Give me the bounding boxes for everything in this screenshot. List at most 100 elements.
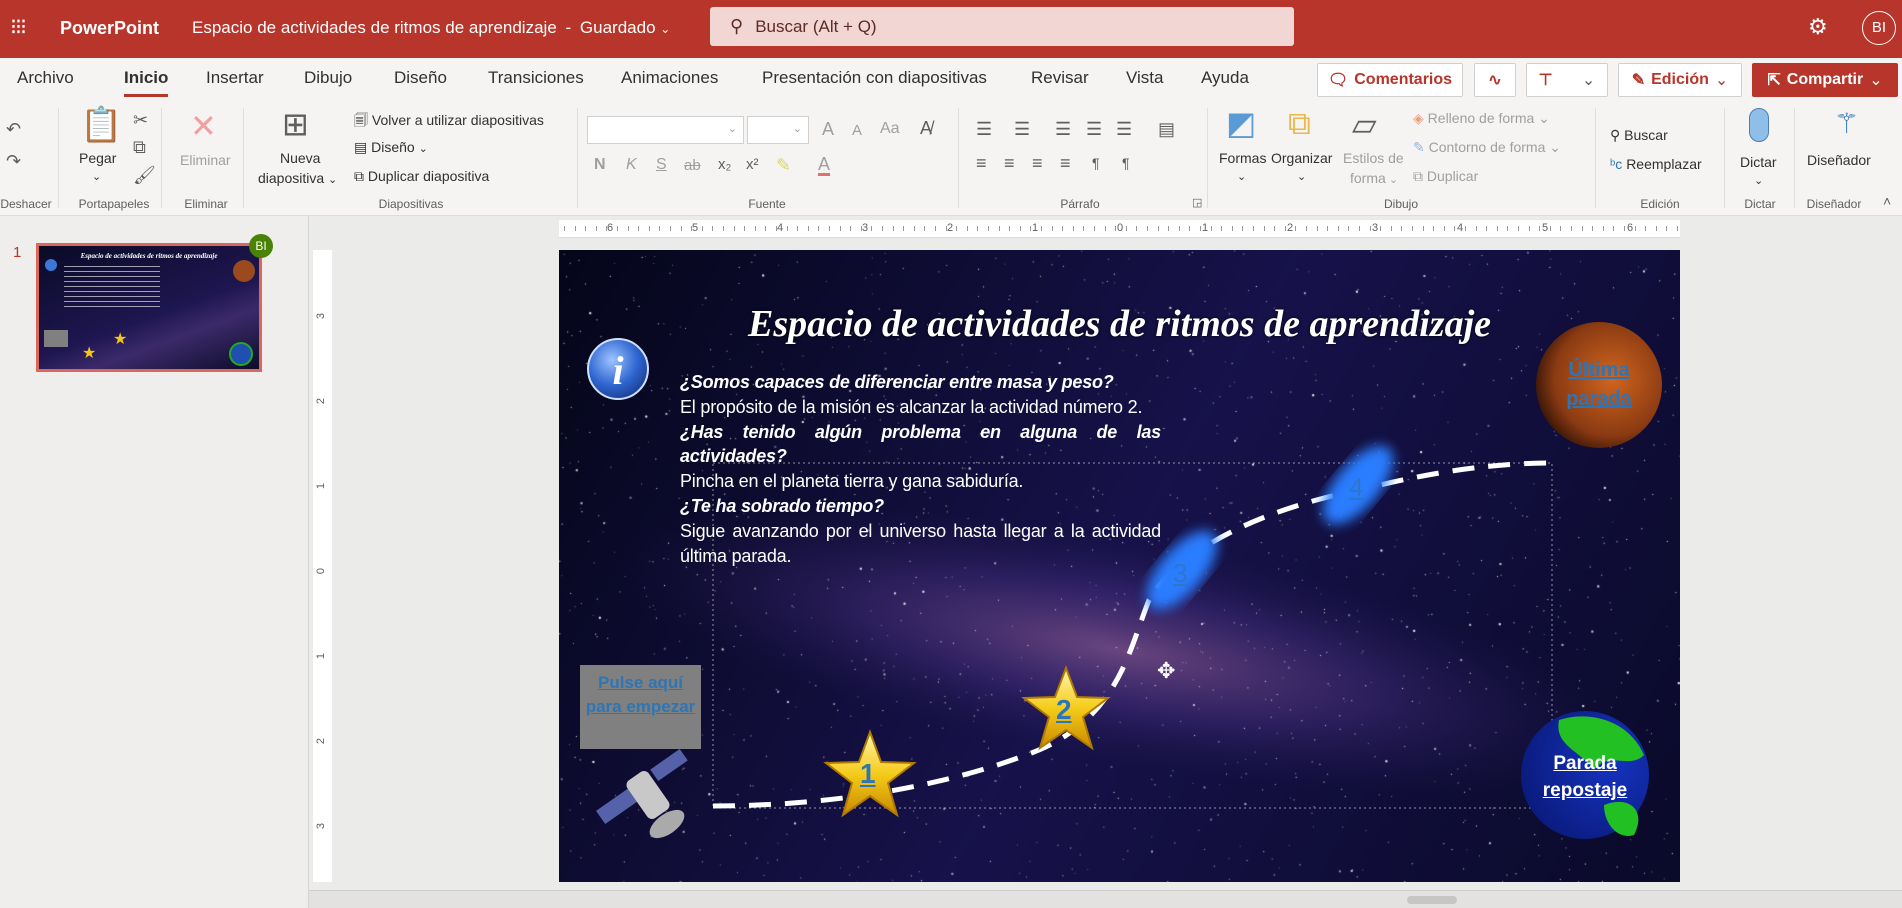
line-spacing-icon[interactable]: ☰ — [1116, 120, 1132, 138]
replace-button[interactable]: ᵇc Reemplazar — [1610, 156, 1702, 172]
superscript-icon[interactable]: x² — [746, 157, 759, 172]
shapes-icon[interactable]: ◩ — [1226, 107, 1256, 139]
tab-revisar[interactable]: Revisar — [1031, 68, 1089, 88]
activity-1-link[interactable]: 1 — [860, 758, 876, 790]
collapse-ribbon-icon[interactable]: ˄ — [1883, 194, 1891, 208]
tab-diseno[interactable]: Diseño — [394, 68, 447, 88]
duplicate-shape-button[interactable]: ⧉ Duplicar — [1413, 168, 1478, 185]
font-color-icon[interactable]: A — [818, 155, 831, 176]
clear-formatting-icon[interactable]: A̸ — [920, 119, 932, 137]
delete-button[interactable]: Eliminar — [180, 152, 231, 168]
columns-icon[interactable]: ▤ — [1158, 120, 1175, 138]
change-case-button[interactable]: Aa — [880, 120, 900, 138]
delete-icon[interactable]: ✕ — [190, 110, 217, 142]
new-slide-button[interactable]: diapositiva ⌄ — [258, 170, 337, 186]
font-name-dropdown[interactable]: ⌄ — [587, 116, 744, 144]
tab-animaciones[interactable]: Animaciones — [621, 68, 718, 88]
bold-button[interactable]: N — [594, 156, 606, 174]
search-box[interactable]: ⚲ Buscar (Alt + Q) — [710, 7, 1294, 46]
shape-fill-button[interactable]: ◈ Relleno de forma ⌄ — [1413, 110, 1550, 127]
tab-presentacion[interactable]: Presentación con diapositivas — [762, 68, 987, 88]
shapes-button[interactable]: Formas — [1219, 150, 1266, 166]
designer-button[interactable]: Diseñador — [1807, 152, 1871, 168]
rtl-icon[interactable]: ¶ — [1122, 156, 1130, 170]
start-link[interactable]: Pulse aquí para empezar — [584, 671, 697, 719]
settings-gear-icon[interactable]: ⚙ — [1808, 14, 1828, 40]
increase-indent-icon[interactable]: ☰ — [1086, 120, 1102, 138]
chevron-down-icon[interactable]: ⌄ — [1297, 170, 1306, 183]
duplicate-slide-button[interactable]: ⧉ Duplicar diapositiva — [354, 168, 489, 185]
undo-icon[interactable]: ↶ — [6, 120, 21, 138]
slide-body-text[interactable]: ¿Somos capaces de diferenciar entre masa… — [680, 370, 1161, 568]
redo-icon[interactable]: ↷ — [6, 152, 21, 170]
italic-button[interactable]: K — [626, 156, 637, 174]
arrange-icon[interactable]: ⧉ — [1288, 107, 1311, 139]
shape-styles-label-2[interactable]: forma ⌄ — [1350, 170, 1398, 186]
paste-button[interactable]: Pegar — [79, 150, 116, 166]
start-button[interactable]: Pulse aquí para empezar — [580, 665, 701, 749]
activity-3-link[interactable]: 3 — [1173, 558, 1187, 589]
cut-icon[interactable]: ✂ — [133, 111, 148, 129]
chevron-down-icon[interactable]: ⌄ — [1237, 170, 1246, 183]
arrange-button[interactable]: Organizar — [1271, 150, 1332, 166]
tab-archivo[interactable]: Archivo — [17, 68, 74, 88]
bullets-icon[interactable]: ☰ — [976, 120, 992, 138]
app-launcher-icon[interactable]: ⁝⁝⁝ — [10, 14, 27, 40]
align-left-icon[interactable]: ≡ — [976, 154, 987, 172]
dictate-button[interactable]: Dictar — [1740, 154, 1777, 170]
paste-icon[interactable]: 📋 — [80, 108, 122, 142]
align-center-icon[interactable]: ≡ — [1004, 154, 1015, 172]
strikethrough-button[interactable]: ab — [684, 157, 701, 174]
info-button[interactable]: i — [587, 338, 649, 400]
numbering-icon[interactable]: ☰ — [1014, 120, 1030, 138]
activity-button[interactable]: ∿ — [1474, 63, 1516, 97]
refuel-stop-link[interactable]: Parada repostaje — [1529, 750, 1641, 804]
grow-font-button[interactable]: A — [822, 119, 834, 140]
chevron-down-icon[interactable]: ⌄ — [1754, 174, 1763, 187]
activity-2-link[interactable]: 2 — [1056, 694, 1072, 726]
microphone-icon[interactable] — [1749, 108, 1769, 142]
format-painter-icon[interactable]: 🖌 — [133, 166, 156, 184]
slide-thumbnail[interactable]: Espacio de actividades de ritmos de apre… — [36, 243, 262, 372]
activity-4-link[interactable]: 4 — [1349, 472, 1363, 503]
present-button[interactable]: ⊤ ⌄ — [1526, 63, 1608, 97]
document-title[interactable]: Espacio de actividades de ritmos de apre… — [192, 18, 670, 38]
shape-styles-icon[interactable]: ▱ — [1352, 108, 1377, 140]
slide-canvas[interactable]: i Espacio de actividades de ritmos de ap… — [559, 250, 1680, 882]
subscript-icon[interactable]: x₂ — [718, 157, 731, 172]
align-right-icon[interactable]: ≡ — [1032, 154, 1043, 172]
ltr-icon[interactable]: ¶ — [1092, 156, 1100, 170]
chevron-down-icon[interactable]: ⌄ — [92, 170, 101, 183]
layout-button[interactable]: ▤ Diseño ⌄ — [354, 139, 428, 156]
decrease-indent-icon[interactable]: ☰ — [1055, 120, 1071, 138]
copy-icon[interactable]: ⧉ — [133, 138, 146, 156]
comments-button[interactable]: 🗨 Comentarios — [1317, 63, 1463, 97]
avatar[interactable]: BI — [1862, 11, 1896, 45]
slide-title[interactable]: Espacio de actividades de ritmos de apre… — [559, 302, 1680, 346]
shrink-font-button[interactable]: A — [852, 122, 862, 139]
reuse-slides-button[interactable]: 🗐 Volver a utilizar diapositivas — [354, 110, 544, 134]
new-slide-icon[interactable]: ⊞ — [282, 108, 309, 140]
font-size-dropdown[interactable]: ⌄ — [747, 116, 809, 144]
tab-dibujo[interactable]: Dibujo — [304, 68, 352, 88]
tab-ayuda[interactable]: Ayuda — [1201, 68, 1249, 88]
scrollbar-thumb[interactable] — [1407, 896, 1457, 904]
shape-outline-button[interactable]: ✎ Contorno de forma ⌄ — [1413, 139, 1561, 156]
find-button[interactable]: ⚲ Buscar — [1610, 127, 1668, 144]
app-name[interactable]: PowerPoint — [60, 18, 159, 39]
designer-wand-icon[interactable]: ⚚ — [1834, 110, 1859, 138]
last-stop-link[interactable]: Última parada — [1549, 356, 1649, 414]
editing-mode-button[interactable]: ✎ Edición ⌄ — [1618, 63, 1742, 97]
tab-insertar[interactable]: Insertar — [206, 68, 264, 88]
underline-button[interactable]: S — [656, 156, 667, 174]
new-slide-label[interactable]: Nueva — [280, 150, 320, 166]
justify-icon[interactable]: ≡ — [1060, 154, 1071, 172]
tab-transiciones[interactable]: Transiciones — [488, 68, 584, 88]
highlighter-icon[interactable]: ✎ — [776, 156, 791, 174]
vertical-ruler[interactable]: 3 2 1 0 1 2 3 — [313, 250, 332, 882]
tab-vista[interactable]: Vista — [1126, 68, 1164, 88]
share-button[interactable]: ⇱ Compartir ⌄ — [1752, 63, 1898, 97]
dialog-launcher-icon[interactable]: ◲ — [1192, 198, 1202, 209]
tab-inicio[interactable]: Inicio — [124, 68, 169, 97]
horizontal-ruler[interactable]: 6 5 4 3 2 1 0 1 2 3 4 5 6 — [559, 220, 1680, 238]
